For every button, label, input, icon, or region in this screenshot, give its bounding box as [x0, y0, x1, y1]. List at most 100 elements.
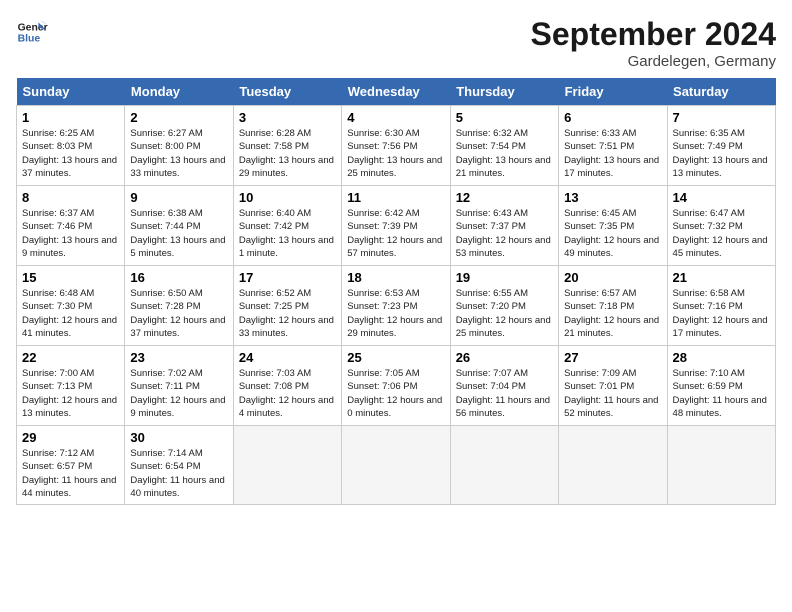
day-number: 1: [22, 110, 119, 125]
day-number: 11: [347, 190, 444, 205]
day-detail: Sunrise: 6:58 AMSunset: 7:16 PMDaylight:…: [673, 287, 770, 340]
day-detail: Sunrise: 6:43 AMSunset: 7:37 PMDaylight:…: [456, 207, 553, 260]
calendar-day: 17 Sunrise: 6:52 AMSunset: 7:25 PMDayligh…: [233, 266, 341, 346]
calendar-day: 11 Sunrise: 6:42 AMSunset: 7:39 PMDayligh…: [342, 186, 450, 266]
month-title: September 2024: [531, 16, 776, 53]
calendar-day: [667, 426, 775, 505]
day-number: 19: [456, 270, 553, 285]
day-detail: Sunrise: 6:33 AMSunset: 7:51 PMDaylight:…: [564, 127, 661, 180]
calendar-day: 26 Sunrise: 7:07 AMSunset: 7:04 PMDayligh…: [450, 346, 558, 426]
calendar-day: 29 Sunrise: 7:12 AMSunset: 6:57 PMDayligh…: [17, 426, 125, 505]
day-detail: Sunrise: 7:02 AMSunset: 7:11 PMDaylight:…: [130, 367, 227, 420]
day-detail: Sunrise: 6:37 AMSunset: 7:46 PMDaylight:…: [22, 207, 119, 260]
day-detail: Sunrise: 7:10 AMSunset: 6:59 PMDaylight:…: [673, 367, 770, 420]
svg-text:Blue: Blue: [18, 34, 41, 45]
day-detail: Sunrise: 7:12 AMSunset: 6:57 PMDaylight:…: [22, 447, 119, 500]
calendar-day: 20 Sunrise: 6:57 AMSunset: 7:18 PMDayligh…: [559, 266, 667, 346]
day-detail: Sunrise: 6:42 AMSunset: 7:39 PMDaylight:…: [347, 207, 444, 260]
calendar-day: 16 Sunrise: 6:50 AMSunset: 7:28 PMDayligh…: [125, 266, 233, 346]
weekday-header: Sunday: [17, 78, 125, 106]
calendar-day: 19 Sunrise: 6:55 AMSunset: 7:20 PMDayligh…: [450, 266, 558, 346]
calendar-day: 3 Sunrise: 6:28 AMSunset: 7:58 PMDaylight…: [233, 106, 341, 186]
day-number: 21: [673, 270, 770, 285]
day-detail: Sunrise: 6:45 AMSunset: 7:35 PMDaylight:…: [564, 207, 661, 260]
day-number: 12: [456, 190, 553, 205]
day-number: 28: [673, 350, 770, 365]
day-detail: Sunrise: 6:32 AMSunset: 7:54 PMDaylight:…: [456, 127, 553, 180]
day-number: 10: [239, 190, 336, 205]
calendar-day: 13 Sunrise: 6:45 AMSunset: 7:35 PMDayligh…: [559, 186, 667, 266]
page-header: General Blue September 2024 Gardelegen, …: [16, 16, 776, 70]
calendar-day: 7Sunrise: 6:35 AMSunset: 7:49 PMDaylight…: [667, 106, 775, 186]
weekday-header: Wednesday: [342, 78, 450, 106]
day-number: 24: [239, 350, 336, 365]
day-number: 3: [239, 110, 336, 125]
day-detail: Sunrise: 6:55 AMSunset: 7:20 PMDaylight:…: [456, 287, 553, 340]
calendar-week: 1 Sunrise: 6:25 AMSunset: 8:03 PMDaylight…: [17, 106, 776, 186]
day-detail: Sunrise: 6:48 AMSunset: 7:30 PMDaylight:…: [22, 287, 119, 340]
calendar-day: 21 Sunrise: 6:58 AMSunset: 7:16 PMDayligh…: [667, 266, 775, 346]
day-number: 25: [347, 350, 444, 365]
day-detail: Sunrise: 7:03 AMSunset: 7:08 PMDaylight:…: [239, 367, 336, 420]
day-number: 15: [22, 270, 119, 285]
calendar-day: [450, 426, 558, 505]
calendar-day: 1 Sunrise: 6:25 AMSunset: 8:03 PMDaylight…: [17, 106, 125, 186]
calendar-day: 12 Sunrise: 6:43 AMSunset: 7:37 PMDayligh…: [450, 186, 558, 266]
day-detail: Sunrise: 7:05 AMSunset: 7:06 PMDaylight:…: [347, 367, 444, 420]
calendar-day: 4Sunrise: 6:30 AMSunset: 7:56 PMDaylight…: [342, 106, 450, 186]
day-number: 29: [22, 430, 119, 445]
day-number: 26: [456, 350, 553, 365]
calendar-day: 24 Sunrise: 7:03 AMSunset: 7:08 PMDayligh…: [233, 346, 341, 426]
day-number: 5: [456, 110, 553, 125]
day-detail: Sunrise: 7:14 AMSunset: 6:54 PMDaylight:…: [130, 447, 227, 500]
calendar-day: 22Sunrise: 7:00 AMSunset: 7:13 PMDayligh…: [17, 346, 125, 426]
day-detail: Sunrise: 6:50 AMSunset: 7:28 PMDaylight:…: [130, 287, 227, 340]
calendar-day: 2 Sunrise: 6:27 AMSunset: 8:00 PMDaylight…: [125, 106, 233, 186]
calendar-week: 15 Sunrise: 6:48 AMSunset: 7:30 PMDayligh…: [17, 266, 776, 346]
calendar-day: 18 Sunrise: 6:53 AMSunset: 7:23 PMDayligh…: [342, 266, 450, 346]
day-detail: Sunrise: 7:00 AMSunset: 7:13 PMDaylight:…: [22, 367, 119, 420]
day-number: 2: [130, 110, 227, 125]
weekday-header: Saturday: [667, 78, 775, 106]
calendar-week: 29 Sunrise: 7:12 AMSunset: 6:57 PMDayligh…: [17, 426, 776, 505]
day-detail: Sunrise: 6:57 AMSunset: 7:18 PMDaylight:…: [564, 287, 661, 340]
calendar-day: 6 Sunrise: 6:33 AMSunset: 7:51 PMDaylight…: [559, 106, 667, 186]
calendar-day: [559, 426, 667, 505]
title-area: September 2024 Gardelegen, Germany: [531, 16, 776, 70]
day-detail: Sunrise: 6:52 AMSunset: 7:25 PMDaylight:…: [239, 287, 336, 340]
calendar-day: 10Sunrise: 6:40 AMSunset: 7:42 PMDayligh…: [233, 186, 341, 266]
day-detail: Sunrise: 6:27 AMSunset: 8:00 PMDaylight:…: [130, 127, 227, 180]
logo: General Blue: [16, 16, 52, 48]
day-detail: Sunrise: 7:09 AMSunset: 7:01 PMDaylight:…: [564, 367, 661, 420]
day-detail: Sunrise: 6:28 AMSunset: 7:58 PMDaylight:…: [239, 127, 336, 180]
weekday-header: Thursday: [450, 78, 558, 106]
day-number: 20: [564, 270, 661, 285]
day-detail: Sunrise: 6:30 AMSunset: 7:56 PMDaylight:…: [347, 127, 444, 180]
calendar-day: 23Sunrise: 7:02 AMSunset: 7:11 PMDayligh…: [125, 346, 233, 426]
calendar-day: [342, 426, 450, 505]
day-number: 9: [130, 190, 227, 205]
weekday-header: Monday: [125, 78, 233, 106]
day-number: 6: [564, 110, 661, 125]
calendar-week: 8Sunrise: 6:37 AMSunset: 7:46 PMDaylight…: [17, 186, 776, 266]
calendar-day: 28 Sunrise: 7:10 AMSunset: 6:59 PMDayligh…: [667, 346, 775, 426]
day-detail: Sunrise: 6:38 AMSunset: 7:44 PMDaylight:…: [130, 207, 227, 260]
weekday-header: Tuesday: [233, 78, 341, 106]
location: Gardelegen, Germany: [531, 53, 776, 70]
day-detail: Sunrise: 6:25 AMSunset: 8:03 PMDaylight:…: [22, 127, 119, 180]
day-detail: Sunrise: 6:53 AMSunset: 7:23 PMDaylight:…: [347, 287, 444, 340]
day-number: 18: [347, 270, 444, 285]
calendar-day: 8Sunrise: 6:37 AMSunset: 7:46 PMDaylight…: [17, 186, 125, 266]
calendar-day: 30 Sunrise: 7:14 AMSunset: 6:54 PMDayligh…: [125, 426, 233, 505]
day-number: 16: [130, 270, 227, 285]
day-number: 17: [239, 270, 336, 285]
calendar-day: 14Sunrise: 6:47 AMSunset: 7:32 PMDayligh…: [667, 186, 775, 266]
day-number: 30: [130, 430, 227, 445]
calendar-day: 27 Sunrise: 7:09 AMSunset: 7:01 PMDayligh…: [559, 346, 667, 426]
day-detail: Sunrise: 7:07 AMSunset: 7:04 PMDaylight:…: [456, 367, 553, 420]
calendar-day: [233, 426, 341, 505]
day-number: 13: [564, 190, 661, 205]
day-number: 27: [564, 350, 661, 365]
logo-icon: General Blue: [16, 16, 48, 48]
calendar-table: SundayMondayTuesdayWednesdayThursdayFrid…: [16, 78, 776, 505]
